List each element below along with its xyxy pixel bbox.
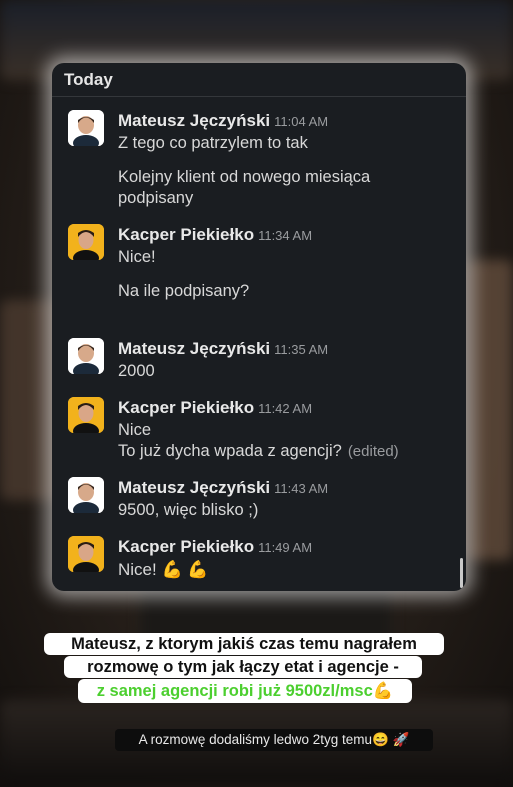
- person-icon: [68, 338, 104, 374]
- message-time[interactable]: 11:42 AM: [258, 401, 312, 416]
- scrollbar[interactable]: [460, 558, 463, 588]
- avatar[interactable]: [68, 110, 104, 146]
- message-text: Nice: [118, 421, 152, 439]
- author-name[interactable]: Mateusz Jęczyński 11:43 AM: [118, 478, 328, 498]
- caption-line-2: rozmowę o tym jak łączy etat i agencje -: [64, 656, 422, 678]
- message-time[interactable]: 11:34 AM: [258, 228, 312, 243]
- date-header-label: Today: [64, 70, 113, 89]
- message-time[interactable]: 11:43 AM: [274, 481, 328, 496]
- person-icon: [68, 110, 104, 146]
- person-icon: [68, 224, 104, 260]
- edited-label: (edited): [347, 443, 399, 460]
- author-name[interactable]: Mateusz Jęczyński 11:04 AM: [118, 111, 328, 131]
- message-time[interactable]: 11:04 AM: [274, 114, 328, 129]
- message-text: Nice! 💪 💪: [118, 560, 209, 579]
- message-text: To już dycha wpada z agencji? (edited): [118, 442, 399, 460]
- background-right: [466, 260, 513, 560]
- message-text: Na ile podpisany?: [118, 282, 250, 300]
- message-text: Nice!: [118, 248, 156, 266]
- avatar[interactable]: [68, 224, 104, 260]
- author-name[interactable]: Kacper Piekiełko 11:42 AM: [118, 398, 312, 418]
- message-text: 2000: [118, 362, 155, 380]
- message-text: podpisany: [118, 189, 194, 207]
- person-icon: [68, 397, 104, 433]
- chat-screenshot-card: Today Mateusz Jęczyński 11:04 AM Z tego c…: [52, 63, 466, 591]
- author-name[interactable]: Kacper Piekiełko 11:49 AM: [118, 537, 312, 557]
- avatar[interactable]: [68, 397, 104, 433]
- date-header: Today: [52, 63, 466, 95]
- message-time[interactable]: 11:49 AM: [258, 540, 312, 555]
- message-text: Z tego co patrzylem to tak: [118, 134, 308, 152]
- header-divider: [52, 96, 466, 97]
- message-text: Kolejny klient od nowego miesiąca: [118, 168, 371, 186]
- avatar[interactable]: [68, 477, 104, 513]
- person-icon: [68, 477, 104, 513]
- message-text: 9500, więc blisko ;): [118, 501, 259, 519]
- caption-line-1: Mateusz, z ktorym jakiś czas temu nagrał…: [44, 633, 444, 655]
- avatar[interactable]: [68, 536, 104, 572]
- author-name[interactable]: Kacper Piekiełko 11:34 AM: [118, 225, 312, 245]
- caption-line-3: z samej agencji robi już 9500zl/msc💪: [78, 679, 412, 703]
- caption-footnote: A rozmowę dodaliśmy ledwo 2tyg temu😄 🚀: [115, 729, 433, 751]
- message-time[interactable]: 11:35 AM: [274, 342, 328, 357]
- avatar[interactable]: [68, 338, 104, 374]
- person-icon: [68, 536, 104, 572]
- author-name[interactable]: Mateusz Jęczyński 11:35 AM: [118, 339, 328, 359]
- background-left: [0, 300, 60, 500]
